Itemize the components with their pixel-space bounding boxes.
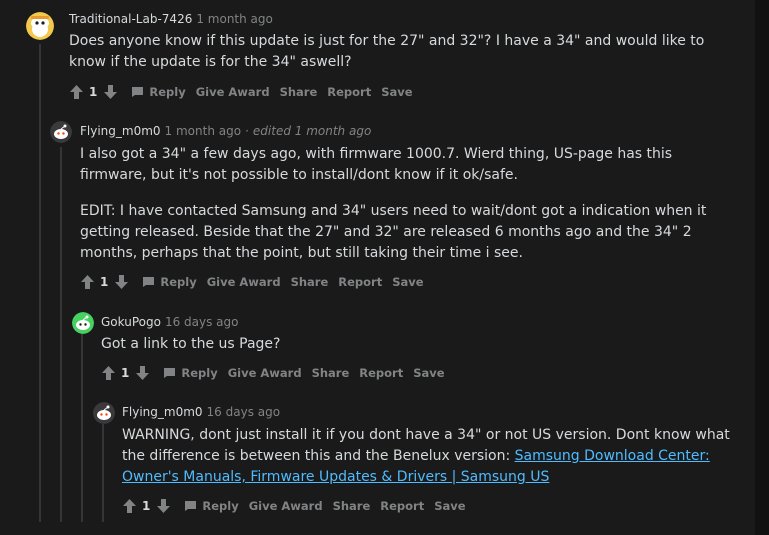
share-button[interactable]: Share [312,366,350,380]
downvote-button[interactable] [135,365,149,381]
avatar[interactable] [26,12,54,40]
give-award-button[interactable]: Give Award [249,499,323,513]
comment-actions: 1 Reply Give Award Share Report Save [101,363,445,383]
vote-score: 1 [89,85,98,99]
username[interactable]: GokuPogo [101,315,161,329]
upvote-icon [69,85,83,99]
comment-icon [142,276,155,288]
avatar[interactable] [50,121,72,143]
save-button[interactable]: Save [381,85,412,99]
upvote-icon [101,366,115,380]
comment-actions: 1 Reply Give Award Share Report Save [80,272,424,292]
comment-actions: 1 Reply Give Award Share Report Save [122,496,466,516]
downvote-button[interactable] [114,274,128,290]
vote-score: 1 [121,366,130,380]
upvote-icon [122,499,136,513]
thread-line[interactable] [60,147,62,522]
comment-meta: Flying_m0m0 1 month ago · edited 1 month ag… [80,124,371,138]
reply-button[interactable]: Reply [184,499,239,513]
username[interactable]: Flying_m0m0 [80,124,161,138]
comment-text: I also got a 34" a few days ago, with fi… [80,146,673,183]
upvote-button[interactable] [69,84,83,100]
thread-line[interactable] [81,333,83,522]
comment-thread-panel: Traditional-Lab-7426 1 month ago Does any… [0,0,755,535]
reply-button[interactable]: Reply [142,275,197,289]
report-button[interactable]: Report [338,275,382,289]
comment-body: I also got a 34" a few days ago, with fi… [80,144,730,264]
username[interactable]: Flying_m0m0 [122,405,203,419]
comment-body: WARNING, dont just install it if you don… [122,425,732,488]
timestamp[interactable]: 16 days ago [165,315,239,329]
report-button[interactable]: Report [327,85,371,99]
comment-body: Does anyone know if this update is just … [69,31,729,73]
reply-label: Reply [202,499,239,513]
downvote-icon [103,85,117,99]
reply-label: Reply [160,275,197,289]
thread-line[interactable] [102,424,104,522]
reply-label: Reply [181,366,218,380]
comment-text: EDIT: I have contacted Samsung and 34" u… [80,203,707,261]
give-award-button[interactable]: Give Award [207,275,281,289]
downvote-icon [114,275,128,289]
comment-actions: 1 Reply Give Award Share Report Save [69,82,413,102]
downvote-icon [156,499,170,513]
comment-text: Does anyone know if this update is just … [69,33,705,70]
timestamp[interactable]: 16 days ago [207,405,281,419]
downvote-button[interactable] [103,84,117,100]
comment-meta: Flying_m0m0 16 days ago [122,405,280,419]
vote-score: 1 [142,499,151,513]
username[interactable]: Traditional-Lab-7426 [69,12,192,26]
vote-score: 1 [100,275,109,289]
scrollbar-track[interactable] [755,0,769,535]
give-award-button[interactable]: Give Award [196,85,270,99]
comment-icon [184,500,197,512]
downvote-icon [135,366,149,380]
avatar[interactable] [93,402,115,424]
reply-label: Reply [149,85,186,99]
comment-meta: Traditional-Lab-7426 1 month ago [69,12,273,26]
comment-meta: GokuPogo 16 days ago [101,315,238,329]
edited-label: edited 1 month ago [252,124,372,138]
share-button[interactable]: Share [291,275,329,289]
comment-icon [131,86,144,98]
comment-text: Got a link to the us Page? [101,336,281,352]
report-button[interactable]: Report [359,366,403,380]
reply-button[interactable]: Reply [163,366,218,380]
save-button[interactable]: Save [413,366,444,380]
avatar[interactable] [72,312,94,334]
comment-text: WARNING, dont just install it if you don… [122,425,732,488]
upvote-button[interactable] [101,365,115,381]
save-button[interactable]: Save [392,275,423,289]
downvote-button[interactable] [156,498,170,514]
comment-body: Got a link to the us Page? [101,334,731,355]
comment-icon [163,367,176,379]
reply-button[interactable]: Reply [131,85,186,99]
share-button[interactable]: Share [333,499,371,513]
upvote-button[interactable] [122,498,136,514]
share-button[interactable]: Share [280,85,318,99]
give-award-button[interactable]: Give Award [228,366,302,380]
meta-separator: · [245,124,249,138]
upvote-icon [80,275,94,289]
save-button[interactable]: Save [434,499,465,513]
thread-line[interactable] [39,44,41,522]
timestamp[interactable]: 1 month ago [196,12,273,26]
report-button[interactable]: Report [380,499,424,513]
timestamp[interactable]: 1 month ago [165,124,242,138]
upvote-button[interactable] [80,274,94,290]
